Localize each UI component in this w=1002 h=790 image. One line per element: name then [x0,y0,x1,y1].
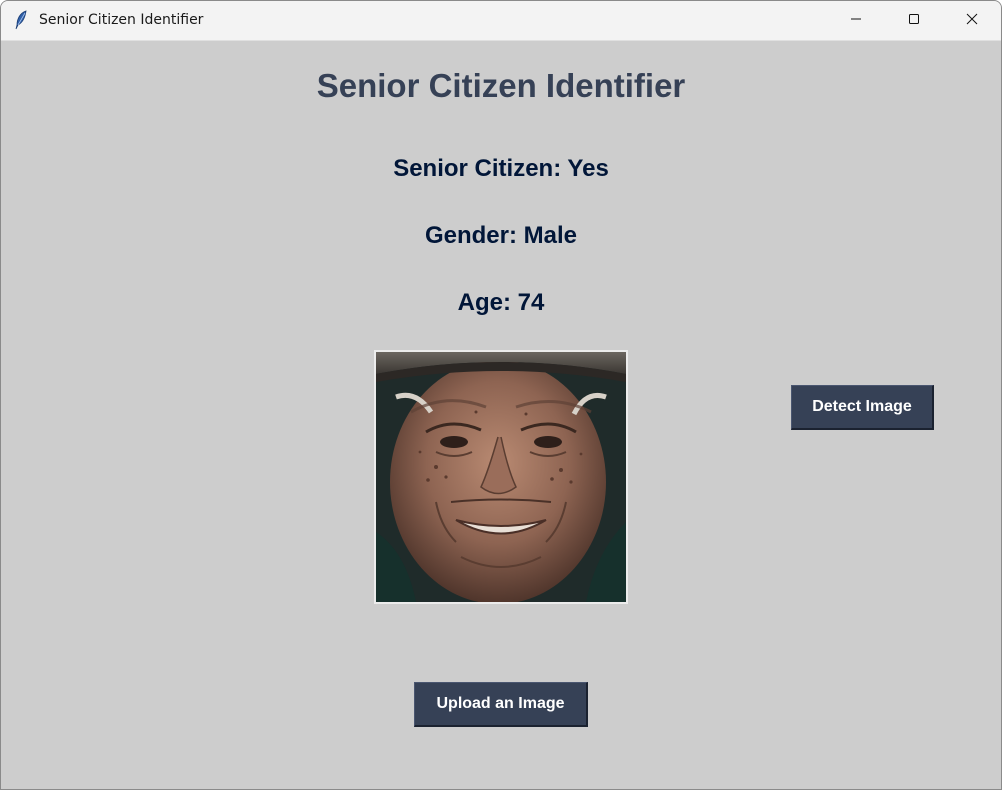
app-window: Senior Citizen Identifier Senior Citizen… [0,0,1002,790]
gender-result: Gender: Male [424,222,578,249]
maximize-icon [908,12,920,30]
close-icon [966,12,978,30]
senior-citizen-result: Senior Citizen: Yes [393,155,609,182]
feather-icon [13,10,29,30]
maximize-button[interactable] [885,1,943,40]
minimize-icon [850,12,862,30]
minimize-button[interactable] [827,1,885,40]
main-content: Senior Citizen Identifier Senior Citizen… [1,41,1001,789]
title-bar[interactable]: Senior Citizen Identifier [1,1,1001,41]
page-title: Senior Citizen Identifier [316,67,686,104]
age-result: Age: 74 [457,289,545,316]
uploaded-photo [374,350,628,604]
close-button[interactable] [943,1,1001,40]
upload-image-button[interactable]: Upload an Image [414,682,588,727]
detect-image-button[interactable]: Detect Image [791,385,934,430]
window-title: Senior Citizen Identifier [39,12,204,28]
